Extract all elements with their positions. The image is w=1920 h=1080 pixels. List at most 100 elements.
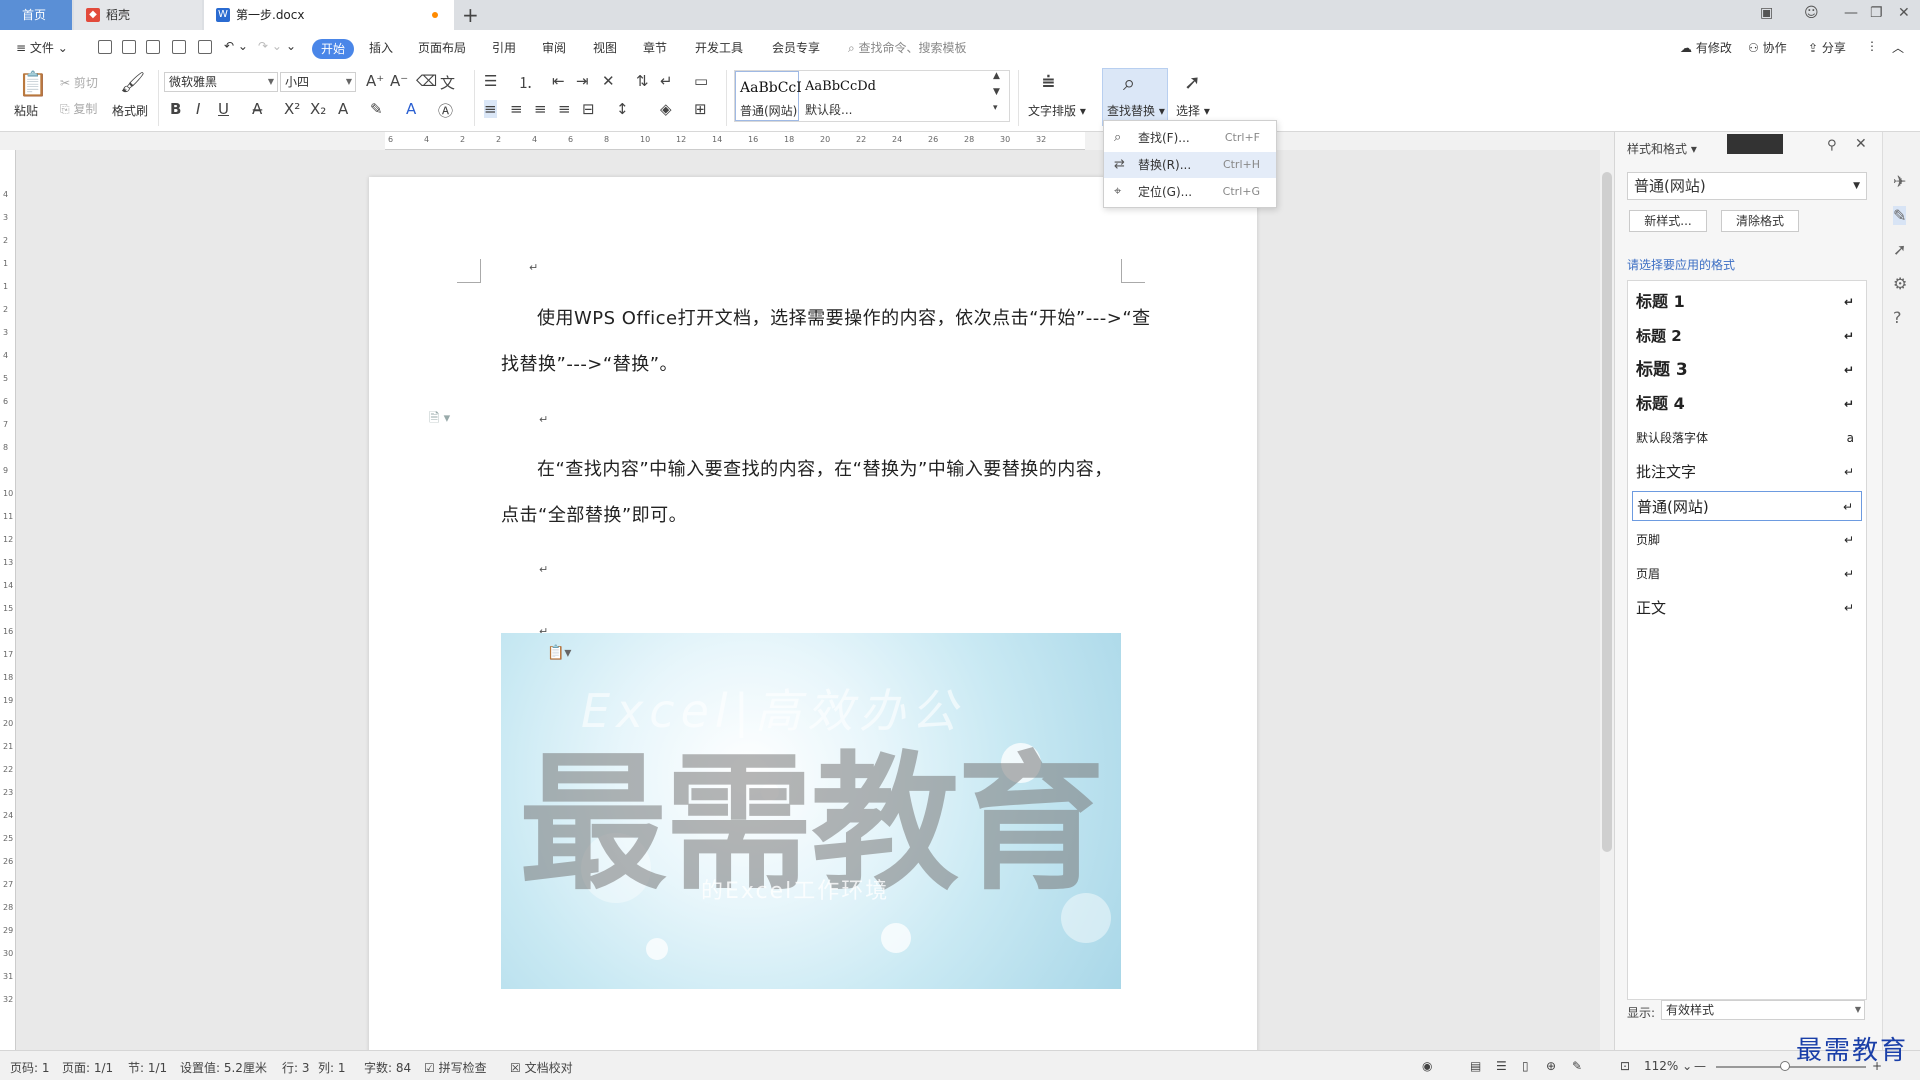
style-item-heading-2[interactable]: 标题 2 ↵ xyxy=(1632,321,1862,351)
gallery-down-icon[interactable]: ▼ xyxy=(993,87,1000,97)
style-item-heading-3[interactable]: 标题 3 ↵ xyxy=(1632,355,1862,385)
style-item-default-font[interactable]: 默认段落字体 a xyxy=(1632,423,1862,453)
paste-button[interactable]: 粘贴 xyxy=(14,102,38,119)
ribbon-tab-developer[interactable]: 开发工具 xyxy=(695,39,743,56)
menu-item-goto[interactable]: ⌖ 定位(G)... Ctrl+G xyxy=(1104,179,1276,205)
underline-icon[interactable]: U xyxy=(218,100,229,118)
help-icon[interactable]: ? xyxy=(1893,308,1902,327)
ribbon-tab-page-layout[interactable]: 页面布局 xyxy=(418,39,466,56)
styles-pen-icon[interactable]: ✎ xyxy=(1893,206,1907,225)
outline-view-icon[interactable]: ☰ xyxy=(1496,1059,1507,1073)
current-style-select[interactable]: 普通(网站) ▼ xyxy=(1627,172,1867,200)
chinese-layout-icon[interactable]: ✕ xyxy=(602,72,615,90)
text-layout-button[interactable]: 文字排版 ▾ xyxy=(1028,102,1086,119)
style-item-normal-web[interactable]: 普通(网站) ↵ xyxy=(1632,491,1862,521)
style-item-footer[interactable]: 页脚 ↵ xyxy=(1632,525,1862,555)
save-icon[interactable] xyxy=(122,40,136,54)
style-item-heading-1[interactable]: 标题 1 ↵ xyxy=(1632,287,1862,317)
paste-options-icon[interactable]: 📋▾ xyxy=(547,645,571,661)
style-item-header[interactable]: 页眉 ↵ xyxy=(1632,559,1862,589)
style-item-body[interactable]: 正文 ↵ xyxy=(1632,593,1862,623)
sort-icon[interactable]: ⇅ xyxy=(636,72,649,90)
table-tool-icon[interactable]: ▭ xyxy=(694,72,708,90)
redo-icon[interactable]: ↷ ⌄ xyxy=(258,39,282,53)
status-row[interactable]: 行: 3 xyxy=(282,1059,310,1076)
numbering-icon[interactable]: ⒈ xyxy=(518,72,533,93)
vertical-scrollbar[interactable] xyxy=(1600,132,1614,1050)
grow-font-icon[interactable]: A⁺ xyxy=(366,72,384,90)
zoom-out-icon[interactable]: — xyxy=(1694,1059,1706,1073)
scrollbar-thumb[interactable] xyxy=(1602,172,1612,852)
zoom-slider-handle[interactable] xyxy=(1780,1061,1790,1071)
doc-proof-button[interactable]: ☒ 文档校对 xyxy=(510,1059,573,1076)
menu-item-replace[interactable]: ⇄ 替换(R)... Ctrl+H xyxy=(1104,152,1276,178)
close-pane-icon[interactable]: ✕ xyxy=(1855,136,1867,152)
bullets-icon[interactable]: ☰ xyxy=(484,72,497,90)
bold-icon[interactable]: B xyxy=(170,100,181,118)
pane-title[interactable]: 样式和格式 ▾ xyxy=(1627,140,1697,157)
status-page[interactable]: 页面: 1/1 xyxy=(62,1059,113,1076)
subscript-icon[interactable]: X₂ xyxy=(310,100,326,118)
more-menu-icon[interactable]: ⋮ xyxy=(1866,39,1878,53)
ribbon-tab-references[interactable]: 引用 xyxy=(492,39,516,56)
show-filter-select[interactable]: 有效样式 ▼ xyxy=(1661,1000,1865,1020)
status-section[interactable]: 节: 1/1 xyxy=(128,1059,167,1076)
more-quick-access-icon[interactable]: ⌄ xyxy=(286,39,296,53)
clear-format-icon[interactable]: ⌫ xyxy=(416,72,437,90)
command-search-input[interactable]: ⌕ 查找命令、搜索模板 xyxy=(848,39,967,56)
ribbon-tab-view[interactable]: 视图 xyxy=(593,39,617,56)
char-border-icon[interactable]: Ⓐ xyxy=(438,100,453,121)
style-item-comment-text[interactable]: 批注文字 ↵ xyxy=(1632,457,1862,487)
format-painter-button[interactable]: 格式刷 xyxy=(112,102,148,119)
select-pointer-icon[interactable]: ➚ xyxy=(1893,240,1906,259)
highlight-icon[interactable]: ✎ xyxy=(370,100,383,118)
shrink-font-icon[interactable]: A⁻ xyxy=(390,72,408,90)
tab-document[interactable]: W 第一步.docx xyxy=(204,0,454,30)
window-layout-icon[interactable]: ▣ xyxy=(1760,5,1773,21)
format-painter-icon[interactable]: 🖌 xyxy=(120,70,145,94)
horizontal-ruler[interactable]: 6 4 2 2 4 6 8 10 12 14 16 18 20 22 24 26 28 30 32 xyxy=(0,132,1600,150)
web-view-icon[interactable]: ⊕ xyxy=(1546,1059,1556,1073)
document-canvas[interactable]: ↵ 使用WPS Office打开文档，选择需要操作的内容，依次点击“开始”---… xyxy=(16,150,1602,1057)
collab-button[interactable]: ⚇ 协作 xyxy=(1748,39,1787,56)
font-color-icon[interactable]: A xyxy=(406,100,416,118)
cut-button[interactable]: ✂ 剪切 xyxy=(60,74,98,91)
status-word-count[interactable]: 字数: 84 xyxy=(364,1059,411,1076)
export-icon[interactable] xyxy=(146,40,160,54)
ime-toolbar[interactable] xyxy=(1727,134,1783,154)
tab-home[interactable]: 首页 xyxy=(0,0,72,30)
zoom-level[interactable]: 112% ⌄ xyxy=(1644,1059,1692,1073)
document-image[interactable]: Excel|高效办公 最需教育 的Excel工作环境 📋▾ xyxy=(501,633,1121,989)
write-mode-icon[interactable]: ✎ xyxy=(1572,1059,1582,1073)
rocket-icon[interactable]: ✈ xyxy=(1893,172,1906,191)
tab-daoke[interactable]: ◆ 稻壳 xyxy=(74,0,202,30)
status-col[interactable]: 列: 1 xyxy=(318,1059,346,1076)
ribbon-tab-member[interactable]: 会员专享 xyxy=(772,39,820,56)
new-doc-icon[interactable] xyxy=(98,40,112,54)
undo-icon[interactable]: ↶ ⌄ xyxy=(224,39,248,53)
settings-sliders-icon[interactable]: ⚙ xyxy=(1893,274,1907,293)
find-replace-button[interactable]: ⌕ 查找替换 ▾ xyxy=(1102,68,1168,126)
new-tab-button[interactable]: + xyxy=(462,3,479,27)
gallery-up-icon[interactable]: ▲ xyxy=(993,71,1000,81)
collapse-ribbon-icon[interactable]: ︿ xyxy=(1892,39,1904,56)
print-preview-icon[interactable] xyxy=(198,40,212,54)
restore-button[interactable]: ❐ xyxy=(1870,5,1883,21)
font-size-select[interactable]: 小四 ▼ xyxy=(280,72,356,92)
print-icon[interactable] xyxy=(172,40,186,54)
avatar[interactable]: ☺ xyxy=(1804,5,1819,21)
ribbon-tab-chapter[interactable]: 章节 xyxy=(643,39,667,56)
font-name-select[interactable]: 微软雅黑 ▼ xyxy=(164,72,278,92)
style-item-heading-4[interactable]: 标题 4 ↵ xyxy=(1632,389,1862,419)
copy-button[interactable]: ⎘ 复制 xyxy=(60,100,97,117)
decrease-indent-icon[interactable]: ⇤ xyxy=(552,72,565,90)
justify-icon[interactable]: ≡ xyxy=(558,100,571,118)
status-page-code[interactable]: 页码: 1 xyxy=(10,1059,50,1076)
spell-check-button[interactable]: ☑ 拼写检查 xyxy=(424,1059,487,1076)
distributed-icon[interactable]: ⊟ xyxy=(582,100,595,118)
shading-icon[interactable]: ◈ xyxy=(660,100,672,118)
gallery-style-normal-web[interactable]: AaBbCcI 普通(网站) xyxy=(735,71,802,121)
ribbon-tab-insert[interactable]: 插入 xyxy=(369,39,393,56)
superscript-icon[interactable]: X² xyxy=(284,100,300,118)
reading-view-icon[interactable]: ▯ xyxy=(1522,1059,1529,1073)
